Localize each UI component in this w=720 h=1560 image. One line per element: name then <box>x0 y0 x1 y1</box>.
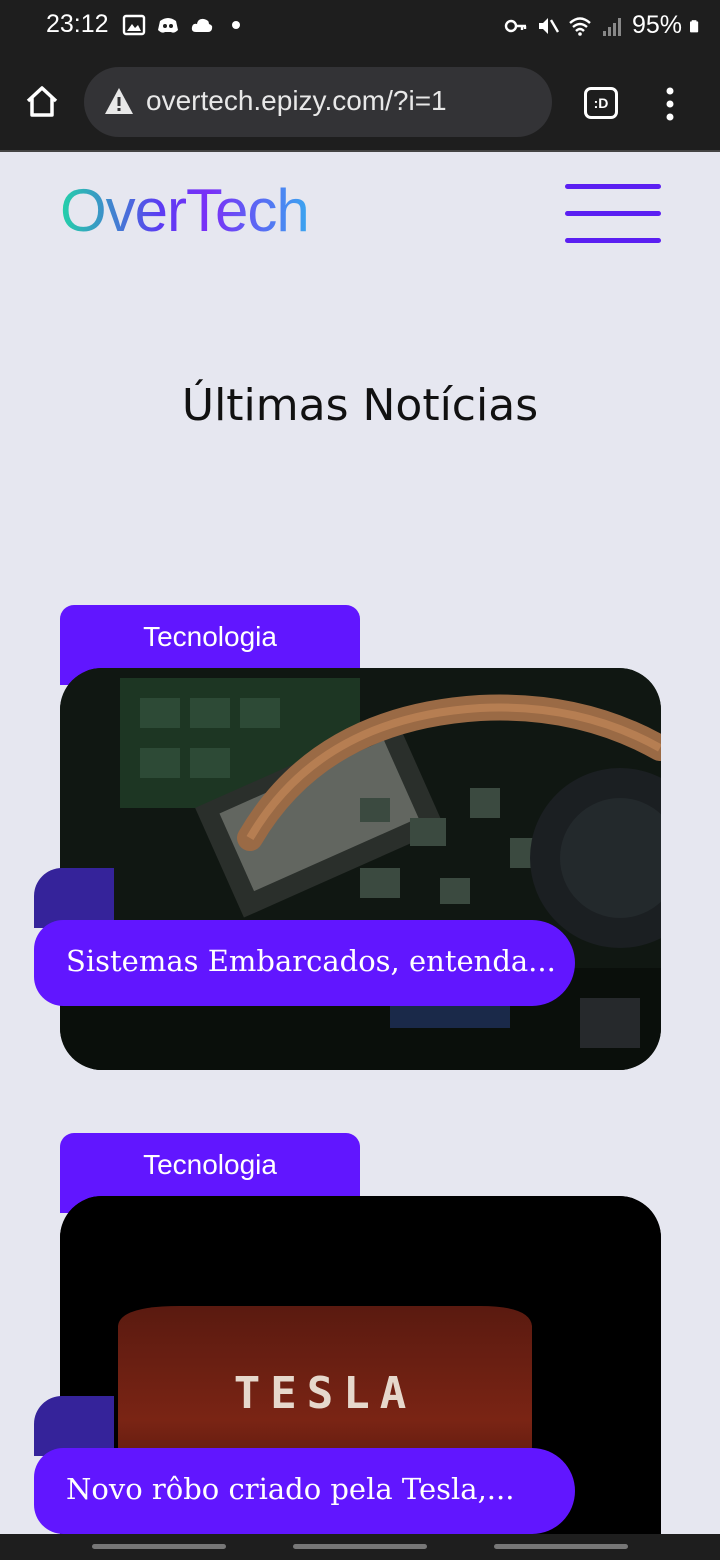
cloud-icon <box>191 18 213 32</box>
tesla-logo-text: TESLA <box>234 1368 416 1419</box>
notification-icons <box>122 13 248 37</box>
circuit-board-photo <box>60 668 661 1070</box>
hamburger-menu-icon[interactable] <box>565 184 661 246</box>
nav-handle[interactable] <box>92 1544 226 1549</box>
system-nav-bar <box>0 1534 720 1560</box>
status-bar: 23:12 95% <box>0 0 720 52</box>
site-logo[interactable]: OverTech <box>60 176 310 245</box>
system-icons: 95% <box>504 11 704 40</box>
tabs-button[interactable]: :D <box>584 87 618 119</box>
home-icon[interactable] <box>22 82 62 122</box>
article-title[interactable]: Sistemas Embarcados, entenda... <box>34 920 575 1006</box>
browser-toolbar: overtech.epizy.com/?i=1 :D <box>0 52 720 152</box>
title-bar-accent <box>34 1396 114 1456</box>
url-text[interactable]: overtech.epizy.com/?i=1 <box>146 85 447 117</box>
warning-icon[interactable] <box>104 87 134 115</box>
battery-icon <box>690 19 699 32</box>
discord-icon <box>158 18 178 33</box>
wifi-icon <box>569 16 591 36</box>
mute-icon <box>538 17 559 34</box>
nav-handle[interactable] <box>494 1544 628 1549</box>
page-title: Últimas Notícias <box>181 380 539 431</box>
url-bar[interactable]: overtech.epizy.com/?i=1 <box>84 67 552 137</box>
article-image[interactable] <box>60 668 661 1070</box>
title-bar-accent <box>34 868 114 928</box>
dot-icon <box>232 21 240 29</box>
battery-level: 95% <box>631 11 682 39</box>
more-menu-icon[interactable] <box>662 86 678 122</box>
nav-handle[interactable] <box>293 1544 427 1549</box>
image-icon <box>122 14 146 36</box>
status-time: 23:12 <box>46 10 109 38</box>
article-title[interactable]: Novo rôbo criado pela Tesla,... <box>34 1448 575 1534</box>
key-icon <box>504 19 527 32</box>
signal-icon <box>602 17 621 36</box>
